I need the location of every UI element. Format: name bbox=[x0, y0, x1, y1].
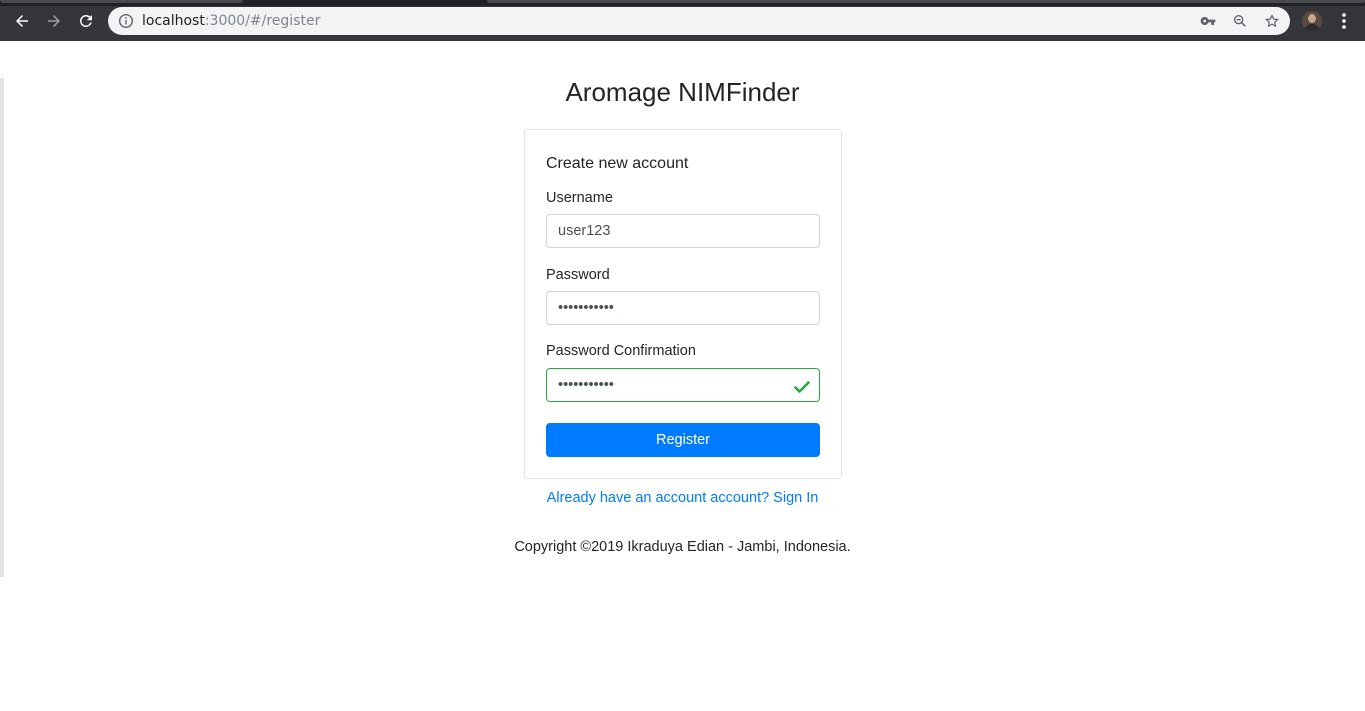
back-button[interactable] bbox=[10, 9, 34, 33]
register-button[interactable]: Register bbox=[546, 423, 820, 457]
password-input[interactable] bbox=[546, 291, 820, 325]
url-host: localhost bbox=[142, 13, 205, 29]
avatar-body bbox=[1304, 24, 1320, 31]
app-title: Aromage NIMFinder bbox=[565, 77, 800, 107]
browser-menu-button[interactable] bbox=[1335, 11, 1353, 31]
zoom-out-icon bbox=[1234, 14, 1246, 27]
tab-edge[interactable] bbox=[0, 0, 243, 3]
reload-icon bbox=[79, 14, 92, 27]
arrow-left-icon bbox=[16, 15, 28, 27]
password-confirm-input[interactable] bbox=[546, 368, 820, 402]
browser-toolbar: localhost:3000/#/register bbox=[0, 0, 1365, 41]
tab-edge[interactable] bbox=[487, 0, 1365, 3]
password-key-button[interactable] bbox=[1199, 12, 1217, 30]
kebab-menu-icon bbox=[1342, 13, 1346, 29]
register-card: Create new account Username Password Pas… bbox=[524, 129, 842, 479]
url-text: localhost:3000/#/register bbox=[142, 13, 320, 29]
url-path: :3000/#/register bbox=[204, 13, 321, 29]
copyright-text: Copyright ©2019 Ikraduya Edian - Jambi, … bbox=[514, 539, 851, 555]
star-icon bbox=[1265, 14, 1279, 27]
password-label: Password bbox=[546, 267, 610, 283]
card-title: Create new account bbox=[546, 155, 689, 172]
check-icon bbox=[794, 381, 810, 393]
key-icon bbox=[1200, 17, 1216, 25]
profile-avatar[interactable] bbox=[1302, 11, 1322, 31]
zoom-button[interactable] bbox=[1231, 12, 1249, 30]
arrow-right-icon bbox=[48, 15, 60, 27]
sign-in-link[interactable]: Already have an account account? Sign In bbox=[0, 489, 1365, 507]
info-icon[interactable] bbox=[118, 13, 134, 29]
address-bar[interactable]: localhost:3000/#/register bbox=[108, 7, 1290, 35]
reload-button[interactable] bbox=[74, 9, 98, 33]
forward-button[interactable] bbox=[42, 9, 66, 33]
password-confirm-label: Password Confirmation bbox=[546, 343, 696, 359]
avatar-face bbox=[1308, 14, 1316, 23]
username-label: Username bbox=[546, 190, 613, 206]
bookmark-button[interactable] bbox=[1263, 12, 1281, 30]
username-input[interactable] bbox=[546, 214, 820, 248]
